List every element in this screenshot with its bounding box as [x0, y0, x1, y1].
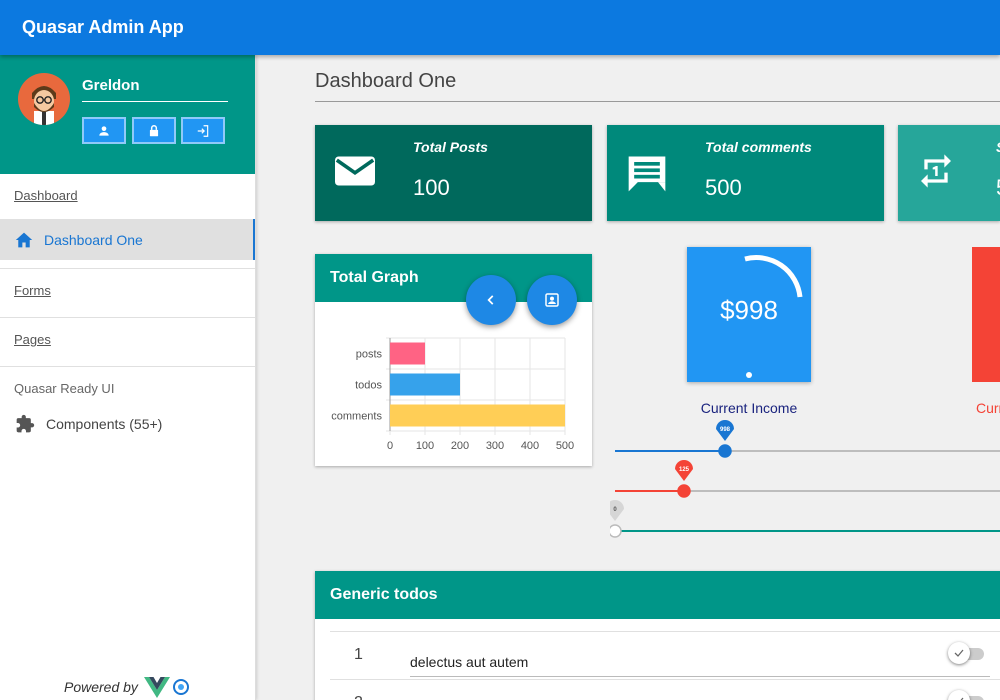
- avatar[interactable]: [18, 73, 70, 125]
- todo-number: 1: [354, 646, 363, 663]
- todo-toggle[interactable]: [948, 642, 984, 664]
- todo-text: delectus aut autem: [410, 654, 529, 670]
- todo-row: 2: [330, 679, 1000, 700]
- check-icon: [960, 697, 964, 700]
- stat-value: 100: [413, 175, 450, 200]
- stat-label: Total comments: [705, 139, 812, 155]
- contact-fab[interactable]: [527, 275, 577, 325]
- comment-icon: [628, 156, 666, 192]
- category-label: todos: [355, 380, 382, 392]
- nav-pages[interactable]: Pages: [0, 318, 255, 363]
- x-tick-label: 200: [451, 440, 469, 452]
- check-icon: [954, 649, 964, 657]
- category-label: posts: [356, 349, 383, 361]
- powered-by-text: Powered by: [64, 679, 138, 695]
- nav-dashboard-one[interactable]: Dashboard One: [0, 219, 255, 260]
- repeat-one-icon: [921, 154, 951, 188]
- nav-dashboard-one-label: Dashboard One: [44, 231, 143, 248]
- exit-icon: [197, 124, 209, 137]
- x-tick-label: 0: [387, 440, 393, 452]
- nav-components-label: Components (55+): [46, 416, 163, 432]
- nav-forms[interactable]: Forms: [0, 269, 255, 314]
- slider-thumb[interactable]: [610, 524, 622, 538]
- nav-section-header: Quasar Ready UI: [14, 381, 115, 396]
- todo-divider: [410, 676, 990, 677]
- x-tick-label: 300: [486, 440, 504, 452]
- stat-label: Total Posts: [413, 139, 488, 155]
- nav-dashboard[interactable]: Dashboard: [0, 174, 255, 219]
- powered-by: Powered by: [64, 676, 190, 698]
- stat-value: 5: [996, 175, 1000, 201]
- stat-value: 500: [705, 175, 742, 200]
- chevron-left-icon: [487, 295, 494, 305]
- generic-todos-card: Generic todos 1 delectus aut autem 2: [315, 571, 1000, 700]
- profile-button[interactable]: [82, 117, 126, 144]
- slider-thumb[interactable]: [718, 444, 732, 458]
- puzzle-icon: [16, 414, 35, 433]
- bar: [390, 373, 460, 396]
- todo-toggle[interactable]: [948, 690, 984, 700]
- todo-row: 1 delectus aut autem: [330, 631, 1000, 679]
- bar: [390, 342, 425, 365]
- stat-card-posts: Total Posts 100: [315, 125, 592, 221]
- home-icon: [15, 232, 33, 247]
- profile-panel: Greldon: [0, 55, 255, 174]
- stat-card-comments: Total comments 500: [607, 125, 884, 221]
- red-stat-card: [972, 247, 1000, 382]
- username: Greldon: [82, 77, 140, 94]
- stat-label: S: [996, 139, 1000, 155]
- income-value: $998: [720, 295, 778, 325]
- logout-button[interactable]: [181, 117, 225, 144]
- page-title-divider: [315, 101, 1000, 102]
- bar: [390, 404, 565, 427]
- income-pointer: [741, 372, 757, 381]
- mail-icon: [335, 156, 375, 186]
- back-fab[interactable]: [466, 275, 516, 325]
- slider-value-label: 125: [679, 467, 690, 473]
- app-title: Quasar Admin App: [22, 17, 184, 37]
- slider-thumb[interactable]: [677, 484, 691, 498]
- lock-icon: [149, 124, 159, 136]
- nav-components[interactable]: Components (55+): [0, 406, 255, 442]
- income-caption: Current Income: [700, 400, 798, 416]
- person-icon: [99, 125, 109, 136]
- todos-title: Generic todos: [315, 571, 1000, 619]
- slider-value-label: 998: [720, 427, 731, 433]
- slider-label-bubble: [610, 500, 624, 521]
- x-tick-label: 100: [416, 440, 434, 452]
- stat-card-third: S 5: [898, 125, 1000, 221]
- category-label: comments: [331, 411, 382, 423]
- username-divider: [82, 101, 228, 102]
- todo-number: 2: [354, 694, 363, 700]
- x-tick-label: 500: [556, 440, 574, 452]
- page-title: Dashboard One: [315, 70, 457, 92]
- sidebar: Greldon Dashboard Dashboard One Forms Pa…: [0, 55, 256, 700]
- slider-group[interactable]: 9981250: [610, 415, 1000, 545]
- quasar-logo-icon: [172, 679, 189, 695]
- red-card-caption: Curr: [976, 400, 1000, 416]
- x-tick-label: 400: [521, 440, 539, 452]
- current-income-card: $998: [687, 247, 811, 382]
- bar-chart: 0 100 200 300 400 500 posts todos comments: [331, 337, 574, 452]
- portrait-icon: [545, 293, 559, 307]
- top-app-bar: Quasar Admin App: [0, 0, 1000, 55]
- lock-button[interactable]: [132, 117, 176, 144]
- vue-logo-icon: [143, 677, 170, 698]
